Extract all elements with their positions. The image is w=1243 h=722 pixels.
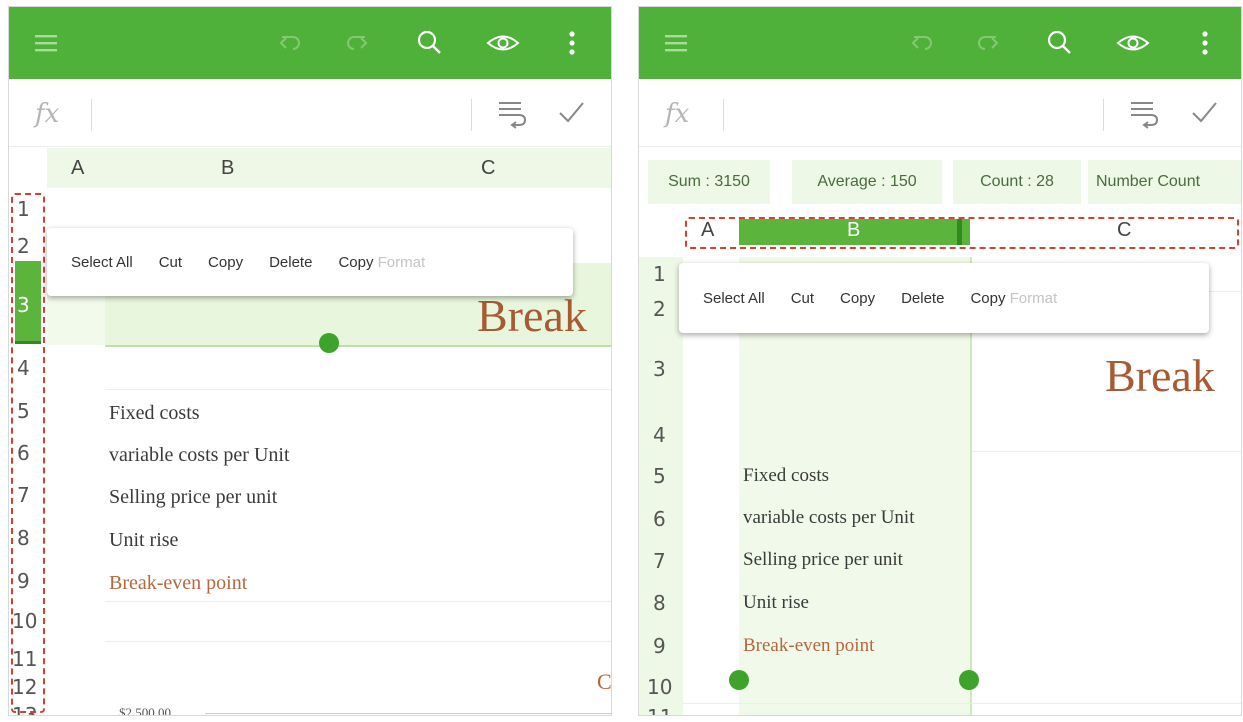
menu-icon[interactable] <box>25 21 69 65</box>
wrap-text-icon[interactable] <box>495 97 535 133</box>
confirm-check-icon[interactable] <box>556 97 596 133</box>
right-spreadsheet-panel: fx Sum : 3150 Average : 150 Count : 28 N… <box>638 6 1242 716</box>
sheet-title: Break <box>477 290 587 341</box>
cell-label[interactable]: Selling price per unit <box>109 486 277 509</box>
grid-line <box>105 601 611 602</box>
cut-menu-item[interactable]: Cut <box>791 290 814 307</box>
row-number[interactable]: 6 <box>653 507 666 531</box>
cell-label[interactable]: Unit rise <box>109 529 178 552</box>
row-number[interactable]: 4 <box>653 423 666 447</box>
more-vert-icon[interactable] <box>1183 21 1227 65</box>
column-header-b[interactable]: B <box>221 157 234 180</box>
selection-drag-handle[interactable] <box>319 333 339 353</box>
toolbar <box>639 7 1241 79</box>
toolbar <box>9 7 611 79</box>
selection-drag-handle-right[interactable] <box>959 670 979 690</box>
cell-label[interactable]: Break-even point <box>743 635 874 657</box>
column-header-c[interactable]: C <box>481 157 495 180</box>
cell-label[interactable]: Fixed costs <box>743 465 829 487</box>
select-all-menu-item[interactable]: Select All <box>703 290 765 307</box>
copy-menu-item[interactable]: Copy <box>208 254 243 271</box>
formula-divider <box>91 99 92 131</box>
column-header-bar <box>47 148 611 188</box>
delete-menu-item[interactable]: Delete <box>269 254 312 271</box>
redo-icon[interactable] <box>334 21 378 65</box>
undo-icon[interactable] <box>269 21 313 65</box>
selection-bottom-edge <box>105 345 611 347</box>
stat-average[interactable]: Average : 150 <box>792 160 942 204</box>
cell-label[interactable]: Selling price per unit <box>743 549 903 571</box>
left-spreadsheet-panel: fx A B C 1 2 3 4 5 6 7 8 9 10 11 12 13 B… <box>8 6 612 716</box>
context-menu: Select All Cut Copy Delete Copy Format <box>679 263 1209 333</box>
wrap-text-icon[interactable] <box>1127 97 1167 133</box>
cell-label[interactable]: Unit rise <box>743 592 809 614</box>
stat-number-count[interactable]: Number Count <box>1088 160 1241 204</box>
menu-icon[interactable] <box>655 21 699 65</box>
row-number[interactable]: 9 <box>653 634 666 658</box>
cell-label[interactable]: Fixed costs <box>109 402 200 425</box>
row-number[interactable]: 5 <box>653 464 666 488</box>
eye-icon[interactable] <box>1111 21 1155 65</box>
copy-menu-item[interactable]: Copy <box>840 290 875 307</box>
delete-menu-item[interactable]: Delete <box>901 290 944 307</box>
context-menu: Select All Cut Copy Delete Copy Format <box>47 228 573 296</box>
grid-line <box>105 641 611 642</box>
selection-stats-bar: Sum : 3150 Average : 150 Count : 28 Numb… <box>639 148 1241 214</box>
row-number[interactable]: 8 <box>653 591 666 615</box>
grid-line <box>972 451 1241 452</box>
column-header-a[interactable]: A <box>71 157 84 180</box>
search-icon[interactable] <box>407 21 451 65</box>
formula-divider <box>1103 99 1104 131</box>
grid-line <box>105 389 611 390</box>
cell-label[interactable]: Break-even point <box>109 572 247 595</box>
undo-icon[interactable] <box>901 21 945 65</box>
column-header-selection-marquee <box>685 217 1239 249</box>
fx-label: fx <box>35 99 60 129</box>
cut-menu-item[interactable]: Cut <box>159 254 182 271</box>
formula-bar[interactable]: fx <box>639 79 1241 147</box>
chart-gridline <box>205 713 611 714</box>
row-number[interactable]: 2 <box>653 297 666 321</box>
row-number[interactable]: 3 <box>653 357 666 381</box>
formula-bar[interactable]: fx <box>9 79 611 147</box>
fx-label: fx <box>665 99 690 129</box>
eye-icon[interactable] <box>481 21 525 65</box>
row-number[interactable]: 10 <box>647 675 672 699</box>
cell-label[interactable]: variable costs per Unit <box>109 444 290 467</box>
formula-divider <box>471 99 472 131</box>
copy-format-menu-item[interactable]: Copy Format <box>338 254 425 271</box>
row-number[interactable]: 7 <box>653 549 666 573</box>
search-icon[interactable] <box>1037 21 1081 65</box>
copy-format-menu-item[interactable]: Copy Format <box>970 290 1057 307</box>
row-number[interactable]: 1 <box>653 262 666 286</box>
confirm-check-icon[interactable] <box>1189 97 1229 133</box>
stat-sum[interactable]: Sum : 3150 <box>648 160 770 204</box>
row-number[interactable]: 11 <box>647 705 672 715</box>
selection-drag-handle-left[interactable] <box>729 670 749 690</box>
chart-title-fragment: C <box>597 669 612 694</box>
row-header-selection-marquee <box>11 193 45 713</box>
select-all-menu-item[interactable]: Select All <box>71 254 133 271</box>
cell-label[interactable]: variable costs per Unit <box>743 507 914 529</box>
sheet-title: Break <box>1105 350 1215 401</box>
grid-line <box>683 703 1241 704</box>
formula-divider <box>723 99 724 131</box>
redo-icon[interactable] <box>965 21 1009 65</box>
more-vert-icon[interactable] <box>550 21 594 65</box>
chart-axis-label: $2,500.00 <box>119 705 171 716</box>
stat-count[interactable]: Count : 28 <box>953 160 1081 204</box>
